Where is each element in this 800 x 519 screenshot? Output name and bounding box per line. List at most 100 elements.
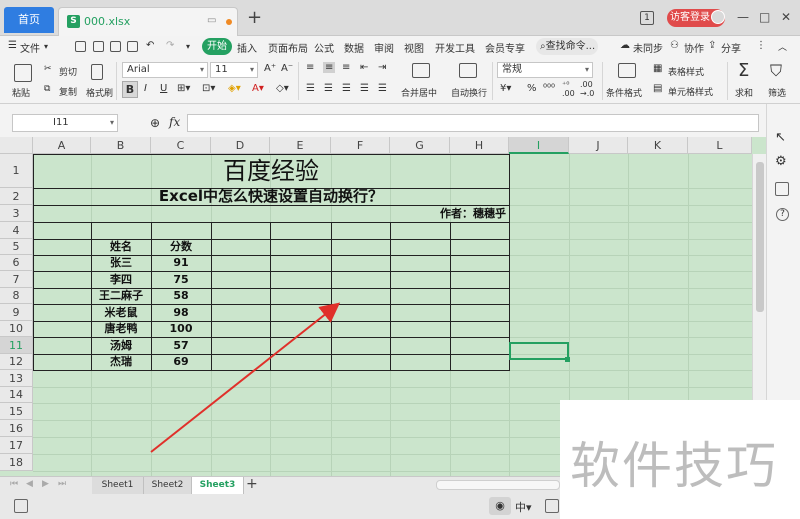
table-style-button[interactable]: 表格样式: [668, 65, 704, 78]
currency-icon[interactable]: ¥▾: [500, 83, 511, 94]
name-box[interactable]: I11 ▾: [12, 114, 118, 132]
minimize-button[interactable]: —: [737, 10, 749, 24]
align-middle-icon[interactable]: ≡: [323, 62, 336, 73]
justify-icon[interactable]: ☰: [360, 83, 369, 94]
tab-member[interactable]: 会员专享: [485, 40, 525, 55]
distributed-icon[interactable]: ☰: [378, 83, 387, 94]
paste-button[interactable]: 粘贴: [12, 86, 30, 99]
cloud-sync-icon[interactable]: ☁: [620, 40, 630, 51]
align-bottom-icon[interactable]: ≡: [342, 62, 350, 73]
font-size-select[interactable]: 11 ▾: [210, 62, 258, 78]
underline-icon[interactable]: U: [160, 83, 167, 94]
decrease-font-icon[interactable]: A⁻: [281, 63, 293, 74]
merge-center-button[interactable]: 合并居中: [401, 86, 437, 99]
save-icon[interactable]: [75, 41, 86, 52]
cursor-select-icon[interactable]: ↖: [775, 130, 786, 145]
align-center-icon[interactable]: ☰: [324, 83, 333, 94]
fx-icon[interactable]: fx: [169, 115, 180, 129]
last-sheet-icon[interactable]: ⏭: [58, 479, 66, 489]
filter-button[interactable]: 筛选: [768, 86, 786, 99]
restore-button[interactable]: □: [759, 10, 770, 24]
first-sheet-icon[interactable]: ⏮: [10, 479, 18, 489]
align-top-icon[interactable]: ≡: [306, 62, 314, 73]
sheet-tab-1[interactable]: Sheet1: [92, 477, 144, 494]
home-tab[interactable]: 首页: [4, 7, 54, 33]
formula-input[interactable]: [187, 114, 759, 132]
wrap-text-icon[interactable]: [459, 63, 477, 78]
avatar-icon[interactable]: [711, 10, 725, 24]
print-preview-icon[interactable]: [127, 41, 138, 52]
tab-insert[interactable]: 插入: [237, 40, 257, 55]
bold-button[interactable]: B: [122, 81, 138, 98]
cell-style-button[interactable]: 单元格样式: [668, 85, 713, 98]
tab-page-layout[interactable]: 页面布局: [268, 40, 308, 55]
cut-button[interactable]: 剪切: [59, 65, 77, 78]
horizontal-scrollbar[interactable]: [436, 480, 560, 490]
merge-center-icon[interactable]: [412, 63, 430, 78]
command-search[interactable]: ⌕查找命令...: [536, 38, 598, 55]
hamburger-icon[interactable]: ☰: [8, 40, 17, 51]
close-button[interactable]: ✕: [781, 10, 791, 24]
collapse-ribbon-icon[interactable]: ︿: [778, 40, 787, 53]
file-menu-chevron-icon[interactable]: ▾: [44, 42, 48, 51]
increase-font-icon[interactable]: A⁺: [264, 63, 276, 74]
more-icon[interactable]: ⋮: [756, 40, 766, 51]
prev-sheet-icon[interactable]: ◀: [26, 479, 33, 489]
percent-icon[interactable]: %: [527, 83, 537, 94]
settings-sliders-icon[interactable]: ⚙: [775, 154, 787, 169]
sheet-tab-2[interactable]: Sheet2: [144, 477, 192, 494]
sum-icon[interactable]: Σ: [738, 60, 749, 81]
tab-view[interactable]: 视图: [404, 40, 424, 55]
border-icon[interactable]: ⊞▾: [177, 83, 190, 94]
format-painter-button[interactable]: 格式刷: [86, 86, 113, 99]
thousands-icon[interactable]: ⁰⁰⁰: [543, 83, 555, 94]
help-icon[interactable]: ?: [776, 208, 789, 221]
tab-home-ribbon[interactable]: 开始: [202, 38, 232, 55]
layers-icon[interactable]: [775, 182, 789, 196]
undo-icon[interactable]: ↶: [146, 40, 154, 51]
file-tab[interactable]: S 000.xlsx ▭: [58, 7, 238, 36]
table-style-icon[interactable]: ▦: [653, 63, 662, 74]
next-sheet-icon[interactable]: ▶: [42, 479, 49, 489]
clear-format-icon[interactable]: ◇▾: [276, 83, 289, 94]
font-color-icon[interactable]: A▾: [252, 83, 264, 94]
increase-decimal-icon[interactable]: ⁺⁰ .00: [562, 80, 575, 98]
cut-icon[interactable]: ✂: [44, 64, 52, 74]
indent-decrease-icon[interactable]: ⇤: [360, 62, 368, 73]
paste-icon[interactable]: [14, 64, 32, 82]
add-sheet-button[interactable]: +: [246, 476, 258, 492]
normal-view-icon[interactable]: [545, 499, 559, 513]
align-left-icon[interactable]: ☰: [306, 83, 315, 94]
ime-icon[interactable]: 中▾: [515, 499, 532, 515]
file-menu[interactable]: 文件: [20, 40, 40, 55]
scrollbar-thumb[interactable]: [756, 162, 764, 312]
share-icon[interactable]: ⇪: [708, 40, 716, 51]
border-style-icon[interactable]: ⊡▾: [202, 83, 215, 94]
export-pdf-icon[interactable]: [93, 41, 104, 52]
zoom-icon[interactable]: ⊕: [150, 116, 160, 130]
sum-button[interactable]: 求和: [735, 86, 753, 99]
tab-review[interactable]: 审阅: [374, 40, 394, 55]
copy-button[interactable]: 复制: [59, 85, 77, 98]
conditional-format-icon[interactable]: [618, 63, 636, 78]
monitor-icon[interactable]: ▭: [207, 15, 216, 26]
collab-button[interactable]: 协作: [684, 40, 704, 55]
quick-access-chevron-icon[interactable]: ▾: [186, 42, 190, 51]
filter-icon[interactable]: ⛉: [770, 61, 782, 81]
share-button[interactable]: 分享: [721, 40, 741, 55]
new-tab-button[interactable]: +: [247, 9, 262, 27]
print-icon[interactable]: [110, 41, 121, 52]
redo-icon[interactable]: ↷: [166, 40, 174, 51]
fill-color-icon[interactable]: ◈▾: [228, 83, 241, 94]
cell-style-icon[interactable]: ▤: [653, 83, 662, 94]
number-format-select[interactable]: 常规 ▾: [497, 62, 593, 78]
eye-protection-icon[interactable]: ◉: [489, 497, 511, 515]
align-right-icon[interactable]: ☰: [342, 83, 351, 94]
conditional-format-button[interactable]: 条件格式: [606, 86, 642, 99]
italic-icon[interactable]: I: [144, 83, 147, 94]
sheet-tab-3[interactable]: Sheet3: [192, 477, 244, 494]
font-name-select[interactable]: Arial ▾: [122, 62, 208, 78]
copy-icon[interactable]: ⧉: [44, 84, 50, 94]
tab-formulas[interactable]: 公式: [314, 40, 334, 55]
indent-increase-icon[interactable]: ⇥: [378, 62, 386, 73]
